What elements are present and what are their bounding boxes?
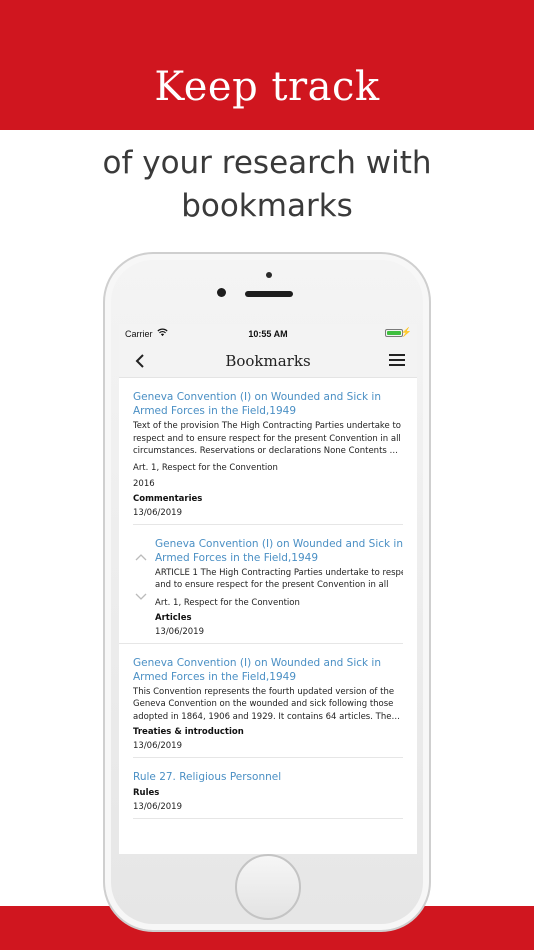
bookmark-article: Art. 1, Respect for the Convention (133, 462, 278, 473)
bookmark-category: Commentaries (133, 493, 203, 504)
hamburger-menu-icon[interactable] (389, 354, 405, 368)
chevron-up-icon[interactable] (135, 553, 147, 561)
nav-bar: Bookmarks (119, 344, 417, 378)
bookmark-item[interactable]: Geneva Convention (I) on Wounded and Sic… (133, 378, 403, 525)
bookmark-excerpt: Text of the provision The High Contracti… (133, 421, 401, 456)
bookmark-list: Geneva Convention (I) on Wounded and Sic… (119, 378, 417, 819)
bookmark-excerpt: ARTICLE 1 The High Contracting Parties u… (155, 567, 403, 591)
earpiece-speaker (245, 291, 293, 297)
phone-screen: Carrier 10:55 AM ⚡ Bookmarks Geneva Conv… (119, 324, 417, 854)
bookmark-date: 13/06/2019 (133, 507, 182, 518)
charging-icon: ⚡ (400, 327, 412, 337)
bookmark-excerpt: This Convention represents the fourth up… (133, 686, 402, 722)
phone-frame: Carrier 10:55 AM ⚡ Bookmarks Geneva Conv… (103, 252, 431, 932)
bookmark-date: 13/06/2019 (155, 626, 204, 637)
chevron-down-icon[interactable] (135, 593, 147, 601)
front-sensor (266, 272, 272, 278)
bookmark-title[interactable]: Rule 27. Religious Personnel (133, 770, 403, 784)
front-camera (217, 288, 226, 297)
bookmark-date: 13/06/2019 (133, 802, 182, 812)
bookmark-item[interactable]: Geneva Convention (I) on Wounded and Sic… (133, 644, 403, 758)
promo-subheadline-line-1: of your research with (102, 145, 432, 181)
page-title: Bookmarks (225, 352, 311, 370)
bookmark-title[interactable]: Geneva Convention (I) on Wounded and Sic… (155, 537, 403, 565)
bookmark-item[interactable]: Rule 27. Religious Personnel Rules 13/06… (133, 758, 403, 819)
promo-headline: Keep track (154, 64, 380, 110)
status-time: 10:55 AM (248, 329, 288, 339)
bookmark-item-reorder[interactable]: Geneva Convention (I) on Wounded and Sic… (119, 525, 403, 644)
home-button[interactable] (235, 854, 301, 920)
promo-subheadline: of your research with bookmarks (0, 142, 534, 228)
bookmark-title[interactable]: Geneva Convention (I) on Wounded and Sic… (133, 656, 403, 684)
bookmark-category: Rules (133, 788, 160, 798)
promo-subheadline-line-2: bookmarks (181, 188, 353, 224)
bookmark-date: 13/06/2019 (133, 741, 182, 751)
bookmark-year: 2016 (133, 478, 155, 489)
bookmark-article: Art. 1, Respect for the Convention (155, 597, 300, 608)
bookmark-title[interactable]: Geneva Convention (I) on Wounded and Sic… (133, 390, 403, 418)
bookmark-category: Articles (155, 612, 192, 623)
bookmark-category: Treaties & introduction (133, 727, 244, 737)
status-bar: Carrier 10:55 AM ⚡ (119, 324, 417, 344)
